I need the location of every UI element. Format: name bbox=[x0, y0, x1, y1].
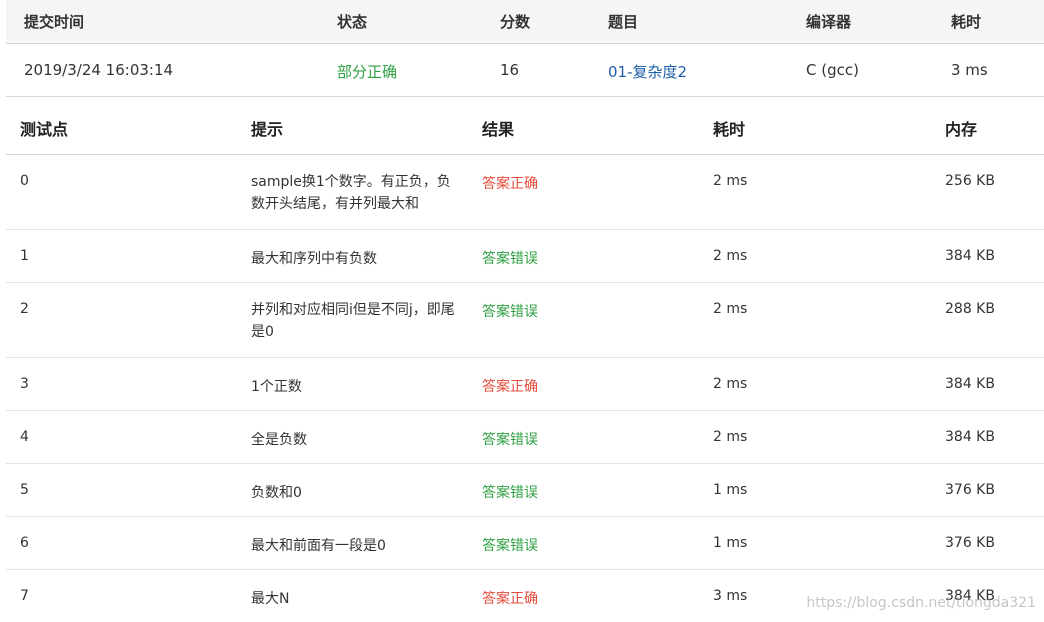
header-result: 结果 bbox=[482, 120, 515, 139]
case-time: 1 ms bbox=[713, 482, 748, 498]
watermark: https://blog.csdn.net/tiongda321 bbox=[806, 595, 1036, 611]
case-time: 2 ms bbox=[713, 173, 748, 189]
case-id: 5 bbox=[20, 482, 29, 498]
header-duration: 耗时 bbox=[951, 13, 982, 31]
case-result: 答案错误 bbox=[482, 432, 538, 448]
case-memory: 384 KB bbox=[945, 376, 995, 392]
case-result: 答案错误 bbox=[482, 251, 538, 267]
table-row: 1 最大和序列中有负数 答案错误 2 ms 384 KB bbox=[6, 230, 1044, 283]
case-memory: 384 KB bbox=[945, 429, 995, 445]
case-id: 4 bbox=[20, 429, 29, 445]
case-hint: 最大和前面有一段是0 bbox=[251, 538, 386, 554]
case-memory: 256 KB bbox=[945, 173, 995, 189]
header-memory: 内存 bbox=[945, 120, 978, 139]
problem-link[interactable]: 01-复杂度2 bbox=[608, 61, 687, 82]
status-badge: 部分正确 bbox=[337, 63, 398, 81]
header-hint: 提示 bbox=[251, 120, 284, 139]
header-case: 测试点 bbox=[20, 120, 69, 139]
case-id: 0 bbox=[20, 173, 29, 189]
table-row: 0 sample换1个数字。有正负，负数开头结尾，有并列最大和 答案正确 2 m… bbox=[6, 155, 1044, 230]
header-compiler: 编译器 bbox=[806, 13, 852, 31]
case-result: 答案正确 bbox=[482, 591, 538, 607]
header-time: 耗时 bbox=[713, 120, 746, 139]
summary-header-row: 提交时间 状态 分数 题目 编译器 耗时 bbox=[6, 0, 1044, 44]
case-id: 6 bbox=[20, 535, 29, 551]
case-id: 7 bbox=[20, 588, 29, 604]
score-value: 16 bbox=[500, 61, 520, 79]
case-hint: 并列和对应相同i但是不同j，即尾是0 bbox=[251, 302, 455, 340]
header-status: 状态 bbox=[337, 13, 368, 31]
case-memory: 376 KB bbox=[945, 482, 995, 498]
header-score: 分数 bbox=[500, 13, 531, 31]
case-id: 3 bbox=[20, 376, 29, 392]
submit-time: 2019/3/24 16:03:14 bbox=[24, 61, 174, 79]
case-hint: 全是负数 bbox=[251, 432, 307, 448]
case-time: 2 ms bbox=[713, 301, 748, 317]
compiler-value: C (gcc) bbox=[806, 61, 859, 79]
table-row: 4 全是负数 答案错误 2 ms 384 KB bbox=[6, 411, 1044, 464]
case-id: 2 bbox=[20, 301, 29, 317]
case-hint: 最大N bbox=[251, 591, 290, 607]
case-result: 答案正确 bbox=[482, 379, 538, 395]
case-time: 2 ms bbox=[713, 429, 748, 445]
case-memory: 384 KB bbox=[945, 248, 995, 264]
case-time: 1 ms bbox=[713, 535, 748, 551]
cases-header-row: 测试点 提示 结果 耗时 内存 bbox=[6, 97, 1044, 155]
table-row: 2 并列和对应相同i但是不同j，即尾是0 答案错误 2 ms 288 KB bbox=[6, 283, 1044, 358]
case-hint: 负数和0 bbox=[251, 485, 302, 501]
case-result: 答案正确 bbox=[482, 176, 538, 192]
case-memory: 376 KB bbox=[945, 535, 995, 551]
case-memory: 288 KB bbox=[945, 301, 995, 317]
case-time: 2 ms bbox=[713, 376, 748, 392]
case-time: 2 ms bbox=[713, 248, 748, 264]
summary-row: 2019/3/24 16:03:14 部分正确 16 01-复杂度2 C (gc… bbox=[6, 44, 1044, 97]
header-problem: 题目 bbox=[608, 13, 639, 31]
submission-summary-table: 提交时间 状态 分数 题目 编译器 耗时 2019/3/24 16:03:14 … bbox=[6, 0, 1044, 97]
case-result: 答案错误 bbox=[482, 538, 538, 554]
test-cases-table: 测试点 提示 结果 耗时 内存 0 sample换1个数字。有正负，负数开头结尾… bbox=[6, 97, 1044, 622]
case-time: 3 ms bbox=[713, 588, 748, 604]
case-hint: 1个正数 bbox=[251, 379, 302, 395]
table-row: 6 最大和前面有一段是0 答案错误 1 ms 376 KB bbox=[6, 517, 1044, 570]
table-row: 3 1个正数 答案正确 2 ms 384 KB bbox=[6, 358, 1044, 411]
case-result: 答案错误 bbox=[482, 485, 538, 501]
table-row: 5 负数和0 答案错误 1 ms 376 KB bbox=[6, 464, 1044, 517]
case-id: 1 bbox=[20, 248, 29, 264]
case-hint: 最大和序列中有负数 bbox=[251, 251, 377, 267]
case-hint: sample换1个数字。有正负，负数开头结尾，有并列最大和 bbox=[251, 174, 451, 212]
case-result: 答案错误 bbox=[482, 304, 538, 320]
duration-value: 3 ms bbox=[951, 61, 988, 79]
header-submit-time: 提交时间 bbox=[24, 13, 85, 31]
